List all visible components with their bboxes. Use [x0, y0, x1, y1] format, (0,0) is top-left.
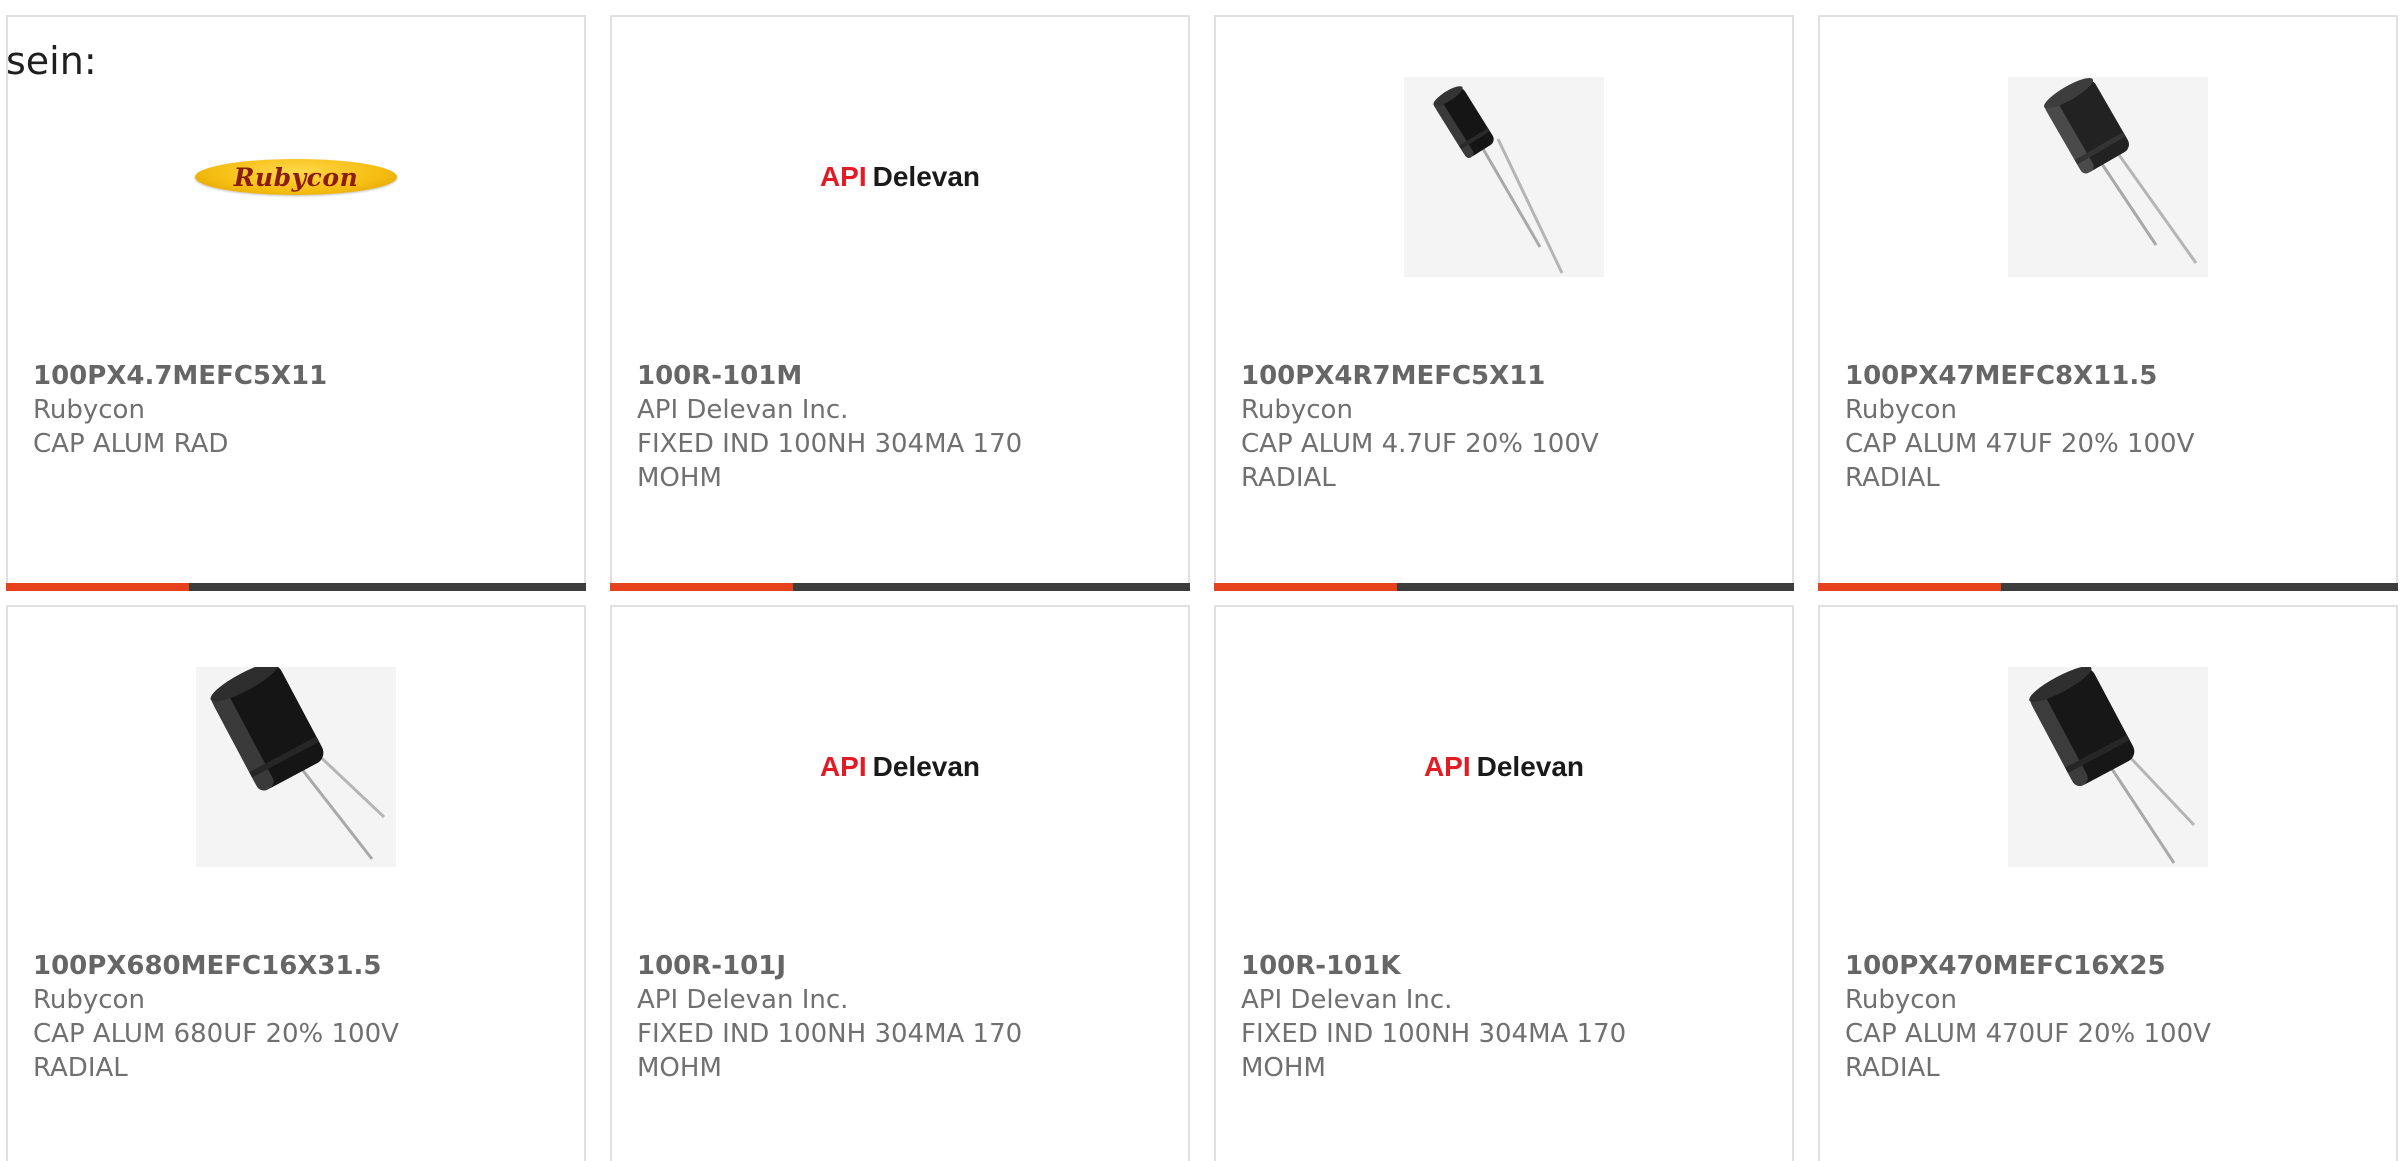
delevan-logo-text: Delevan — [872, 161, 981, 192]
product-info: 100PX680MEFC16X31.5 Rubycon CAP ALUM 680… — [33, 949, 564, 1085]
capacitor-photo — [2008, 77, 2208, 277]
product-info: 100R-101M API Delevan Inc. FIXED IND 100… — [637, 359, 1168, 495]
product-description: FIXED IND 100NH 304MA 170 MOHM — [1241, 1019, 1627, 1083]
card-accent-bar — [610, 583, 1190, 591]
product-description: FIXED IND 100NH 304MA 170 MOHM — [637, 429, 1023, 493]
rubycon-logo: Rubycon — [195, 159, 397, 195]
manufacturer: Rubycon — [33, 395, 145, 425]
part-number[interactable]: 100R-101J — [637, 949, 1168, 983]
product-card[interactable]: API Delevan 100R-101K API Delevan Inc. FI… — [1214, 605, 1794, 1161]
product-card[interactable]: 100PX680MEFC16X31.5 Rubycon CAP ALUM 680… — [6, 605, 586, 1161]
product-image-area — [1820, 667, 2396, 867]
product-image-area — [8, 667, 584, 867]
product-description: CAP ALUM 680UF 20% 100V RADIAL — [33, 1019, 399, 1083]
part-number[interactable]: 100PX470MEFC16X25 — [1845, 949, 2376, 983]
part-number[interactable]: 100PX680MEFC16X31.5 — [33, 949, 564, 983]
api-logo-text: API — [819, 751, 867, 782]
delevan-logo-text: Delevan — [1476, 751, 1585, 782]
product-card[interactable]: 100PX47MEFC8X11.5 Rubycon CAP ALUM 47UF … — [1818, 15, 2398, 591]
part-number[interactable]: 100PX4.7MEFC5X11 — [33, 359, 564, 393]
part-number[interactable]: 100R-101M — [637, 359, 1168, 393]
intro-text: sein: — [6, 39, 97, 83]
manufacturer: Rubycon — [1845, 395, 1957, 425]
manufacturer: Rubycon — [1845, 985, 1957, 1015]
api-logo-text: API — [819, 161, 867, 192]
product-info: 100PX47MEFC8X11.5 Rubycon CAP ALUM 47UF … — [1845, 359, 2376, 495]
part-number[interactable]: 100R-101K — [1241, 949, 1772, 983]
product-card[interactable]: 100PX4R7MEFC5X11 Rubycon CAP ALUM 4.7UF … — [1214, 15, 1794, 591]
manufacturer: API Delevan Inc. — [637, 985, 849, 1015]
product-image-area — [1216, 77, 1792, 277]
capacitor-photo — [196, 667, 396, 867]
product-image-area: Rubycon — [8, 77, 584, 277]
product-image-area: API Delevan — [612, 667, 1188, 867]
delevan-logo-text: Delevan — [872, 751, 981, 782]
capacitor-photo — [1404, 77, 1604, 277]
product-card[interactable]: 100PX470MEFC16X25 Rubycon CAP ALUM 470UF… — [1818, 605, 2398, 1161]
card-accent-bar — [1818, 583, 2398, 591]
api-delevan-logo: API Delevan — [1424, 751, 1584, 783]
capacitor-photo — [2008, 667, 2208, 867]
product-info: 100PX470MEFC16X25 Rubycon CAP ALUM 470UF… — [1845, 949, 2376, 1085]
product-card[interactable]: Rubycon 100PX4.7MEFC5X11 Rubycon CAP ALU… — [6, 15, 586, 591]
product-info: 100R-101J API Delevan Inc. FIXED IND 100… — [637, 949, 1168, 1085]
card-accent-bar — [1214, 583, 1794, 591]
product-description: CAP ALUM RAD — [33, 429, 229, 459]
card-accent-bar — [6, 583, 586, 591]
product-grid-page: sein: Rubycon 100PX4.7MEFC5X11 Rubycon C… — [0, 0, 2400, 1161]
api-logo-text: API — [1423, 751, 1471, 782]
product-description: CAP ALUM 470UF 20% 100V RADIAL — [1845, 1019, 2211, 1083]
manufacturer: Rubycon — [33, 985, 145, 1015]
part-number[interactable]: 100PX4R7MEFC5X11 — [1241, 359, 1772, 393]
product-info: 100R-101K API Delevan Inc. FIXED IND 100… — [1241, 949, 1772, 1085]
manufacturer: Rubycon — [1241, 395, 1353, 425]
api-delevan-logo: API Delevan — [820, 751, 980, 783]
product-card[interactable]: API Delevan 100R-101J API Delevan Inc. FI… — [610, 605, 1190, 1161]
product-image-area: API Delevan — [612, 77, 1188, 277]
product-grid: Rubycon 100PX4.7MEFC5X11 Rubycon CAP ALU… — [6, 15, 2400, 1161]
manufacturer: API Delevan Inc. — [637, 395, 849, 425]
product-info: 100PX4R7MEFC5X11 Rubycon CAP ALUM 4.7UF … — [1241, 359, 1772, 495]
manufacturer: API Delevan Inc. — [1241, 985, 1453, 1015]
product-image-area — [1820, 77, 2396, 277]
part-number[interactable]: 100PX47MEFC8X11.5 — [1845, 359, 2376, 393]
product-description: CAP ALUM 47UF 20% 100V RADIAL — [1845, 429, 2195, 493]
product-image-area: API Delevan — [1216, 667, 1792, 867]
rubycon-logo-text: Rubycon — [233, 162, 359, 192]
product-description: FIXED IND 100NH 304MA 170 MOHM — [637, 1019, 1023, 1083]
api-delevan-logo: API Delevan — [820, 161, 980, 193]
product-description: CAP ALUM 4.7UF 20% 100V RADIAL — [1241, 429, 1599, 493]
product-card[interactable]: API Delevan 100R-101M API Delevan Inc. FI… — [610, 15, 1190, 591]
product-info: 100PX4.7MEFC5X11 Rubycon CAP ALUM RAD — [33, 359, 564, 461]
